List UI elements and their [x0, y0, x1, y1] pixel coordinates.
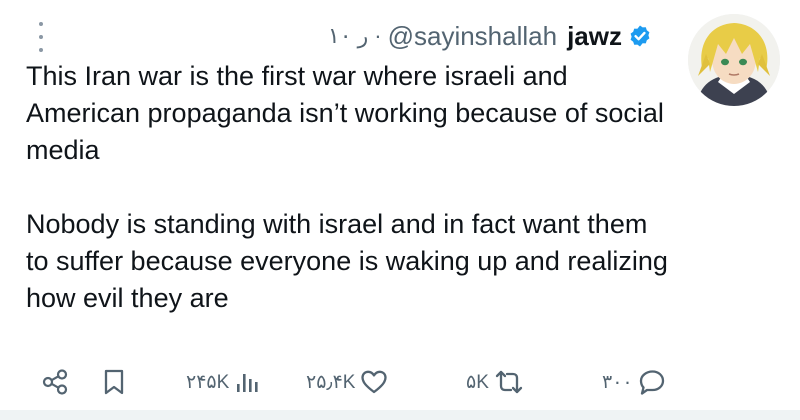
views-icon: [233, 368, 261, 396]
repost-count: ۵K: [466, 371, 489, 393]
post-paragraph: This Iran war is the first war where isr…: [26, 61, 664, 165]
more-dot-icon: [39, 48, 43, 52]
bottom-divider: [0, 410, 800, 420]
more-options-button[interactable]: [34, 22, 48, 52]
more-dot-icon: [39, 22, 43, 26]
like-count: ۲۵٫۴K: [306, 371, 356, 393]
bookmark-icon: [100, 367, 128, 397]
like-icon: [359, 367, 389, 397]
repost-button[interactable]: ۵K: [466, 360, 525, 404]
share-icon: [40, 367, 70, 397]
bookmark-button[interactable]: [100, 360, 128, 404]
reply-icon: [637, 367, 667, 397]
verified-badge-icon: [628, 24, 652, 48]
post-header: ۱۰ ر · @sayinshallah jawz: [328, 18, 652, 54]
user-handle[interactable]: @sayinshallah: [388, 21, 557, 52]
post-time[interactable]: ۱۰ ر: [328, 23, 368, 49]
more-dot-icon: [39, 35, 43, 39]
header-separator: ·: [374, 23, 382, 48]
post-actions-bar: ۲۴۵K ۲۵٫۴K ۵K ۳۰۰: [0, 360, 800, 404]
share-button[interactable]: [40, 360, 70, 404]
views-button[interactable]: ۲۴۵K: [186, 360, 261, 404]
reply-count: ۳۰۰: [602, 371, 633, 393]
post-paragraph: Nobody is standing with israel and in fa…: [26, 209, 668, 313]
display-name[interactable]: jawz: [567, 21, 622, 52]
post-body: This Iran war is the first war where isr…: [26, 58, 674, 317]
views-count: ۲۴۵K: [186, 371, 230, 393]
repost-icon: [493, 367, 525, 397]
avatar[interactable]: [688, 14, 780, 106]
like-button[interactable]: ۲۵٫۴K: [306, 360, 389, 404]
reply-button[interactable]: ۳۰۰: [602, 360, 667, 404]
